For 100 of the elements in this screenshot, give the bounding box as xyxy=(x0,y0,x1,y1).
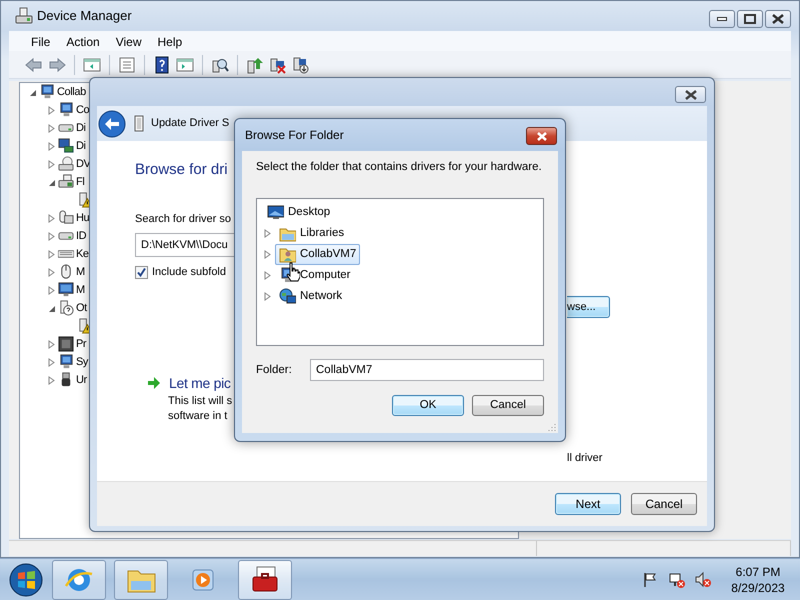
maximize-icon xyxy=(742,13,758,25)
tree-item-label[interactable]: ID xyxy=(76,228,86,244)
dialog-title: Update Driver S xyxy=(151,116,230,132)
option-description: This list will s xyxy=(168,394,232,406)
network-icon xyxy=(279,288,296,306)
unknown-device-icon xyxy=(58,300,74,316)
browse-button[interactable]: wse... xyxy=(567,296,610,318)
window-title: Device Manager xyxy=(37,7,132,26)
expand-arrow-icon[interactable] xyxy=(47,160,56,168)
start-button[interactable] xyxy=(8,562,44,598)
tree-item-label[interactable]: M xyxy=(76,264,85,280)
collapse-arrow-icon[interactable] xyxy=(47,304,56,312)
folder-tree[interactable]: Desktop Libraries CollabVM7 Computer Network xyxy=(256,198,544,346)
help-icon[interactable] xyxy=(153,56,171,74)
expand-arrow-icon[interactable] xyxy=(263,271,272,280)
collapse-arrow-icon[interactable] xyxy=(47,178,56,186)
forward-arrow-icon[interactable] xyxy=(48,56,66,74)
network-icon[interactable] xyxy=(668,570,686,588)
expand-arrow-icon[interactable] xyxy=(47,142,56,150)
monitor-icon xyxy=(58,282,74,298)
tree-item-label[interactable]: M xyxy=(76,282,85,298)
tree-item-label[interactable]: Ur xyxy=(76,372,87,388)
clock-date[interactable]: 8/29/2023 xyxy=(720,580,796,596)
input-device-icon xyxy=(58,210,74,226)
folder-item-label[interactable]: Libraries xyxy=(300,225,344,242)
checked-checkbox[interactable] xyxy=(135,266,148,279)
dialog-button[interactable]: OK xyxy=(392,395,464,416)
expand-arrow-icon[interactable] xyxy=(47,376,56,384)
update-driver-icon[interactable] xyxy=(246,56,264,74)
controller-icon xyxy=(58,174,74,190)
folder-item-label[interactable]: Network xyxy=(300,288,342,306)
folder-item-label[interactable]: CollabVM7 xyxy=(300,246,356,264)
back-arrow-icon[interactable] xyxy=(25,56,43,74)
tree-item-label[interactable]: Collab xyxy=(57,84,86,100)
expand-arrow-icon[interactable] xyxy=(263,250,272,260)
dialog-button[interactable]: Cancel xyxy=(472,395,544,416)
tree-item-label[interactable]: Ot xyxy=(76,300,87,316)
expand-arrow-icon[interactable] xyxy=(47,106,56,114)
folder-field[interactable]: CollabVM7 xyxy=(310,359,544,382)
processor-icon xyxy=(58,336,74,352)
dialog-button[interactable]: Cancel xyxy=(631,493,697,515)
expand-arrow-icon[interactable] xyxy=(47,340,56,348)
expand-arrow-icon[interactable] xyxy=(47,214,56,222)
dialog-button[interactable]: Next xyxy=(555,493,621,515)
arrow-icon xyxy=(147,376,161,390)
tree-item-label[interactable]: Pr xyxy=(76,336,86,352)
menu-item[interactable]: File xyxy=(23,31,58,51)
expand-arrow-icon[interactable] xyxy=(47,358,56,366)
tree-item-label[interactable]: Co xyxy=(76,102,90,118)
tree-item-label[interactable]: Di xyxy=(76,120,86,136)
device-manager-icon xyxy=(15,7,33,25)
menu-item[interactable]: Help xyxy=(150,31,190,51)
expand-arrow-icon[interactable] xyxy=(47,250,56,258)
path-field[interactable]: D:\NetKVM\\Docu xyxy=(135,233,235,257)
collapse-arrow-icon[interactable] xyxy=(28,88,37,96)
clock-time[interactable]: 6:07 PM xyxy=(720,564,796,580)
properties-icon[interactable] xyxy=(118,56,136,74)
menu-item[interactable]: View xyxy=(108,31,150,51)
muted-speaker-icon[interactable] xyxy=(694,570,712,588)
instruction-text: Select the folder that contains drivers for your hardware. xyxy=(256,160,542,175)
minimize-button[interactable] xyxy=(709,10,735,28)
tree-item-label[interactable]: Sy xyxy=(76,354,88,370)
expand-arrow-icon[interactable] xyxy=(47,268,56,276)
folder-item-label[interactable]: Computer xyxy=(300,267,350,284)
expand-arrow-icon[interactable] xyxy=(47,232,56,240)
maximize-button[interactable] xyxy=(737,10,763,28)
enable-device-icon[interactable] xyxy=(292,56,310,74)
action-pane-icon[interactable] xyxy=(176,56,194,74)
computer-icon xyxy=(58,354,74,370)
tree-item-label[interactable]: Hu xyxy=(76,210,90,226)
user-folder-icon xyxy=(279,246,296,264)
hand-cursor-icon xyxy=(286,262,300,282)
computer-icon xyxy=(58,102,74,118)
menu-item[interactable]: Action xyxy=(58,31,108,51)
minimize-icon xyxy=(717,17,727,21)
close-icon xyxy=(682,88,698,100)
computer-icon xyxy=(39,84,55,100)
close-button[interactable] xyxy=(765,10,791,28)
tree-item-label[interactable]: Ke xyxy=(76,246,89,262)
checkbox-label: Include subfold xyxy=(152,265,226,280)
close-button[interactable] xyxy=(526,127,557,145)
dialog-title: Browse For Folder xyxy=(245,127,344,144)
uninstall-icon[interactable] xyxy=(269,56,287,74)
resize-grip-icon xyxy=(548,423,556,431)
tree-item-label[interactable]: Di xyxy=(76,138,86,154)
expand-arrow-icon[interactable] xyxy=(47,124,56,132)
selected-folder-item[interactable]: CollabVM7 xyxy=(275,244,360,266)
back-button[interactable] xyxy=(97,108,127,138)
close-button[interactable] xyxy=(675,86,706,103)
desktop-icon xyxy=(267,204,284,222)
folder-item-label[interactable]: Desktop xyxy=(288,204,330,222)
expand-arrow-icon[interactable] xyxy=(47,286,56,294)
taskbar-button[interactable] xyxy=(238,560,292,600)
tree-item-label[interactable]: Fl xyxy=(76,174,84,190)
console-tree-icon[interactable] xyxy=(83,56,101,74)
disc-drive-icon xyxy=(58,156,74,172)
expand-arrow-icon[interactable] xyxy=(263,229,272,238)
expand-arrow-icon[interactable] xyxy=(263,292,272,302)
option-description: software in t xyxy=(168,410,228,422)
option-title[interactable]: Let me pic xyxy=(169,372,231,394)
